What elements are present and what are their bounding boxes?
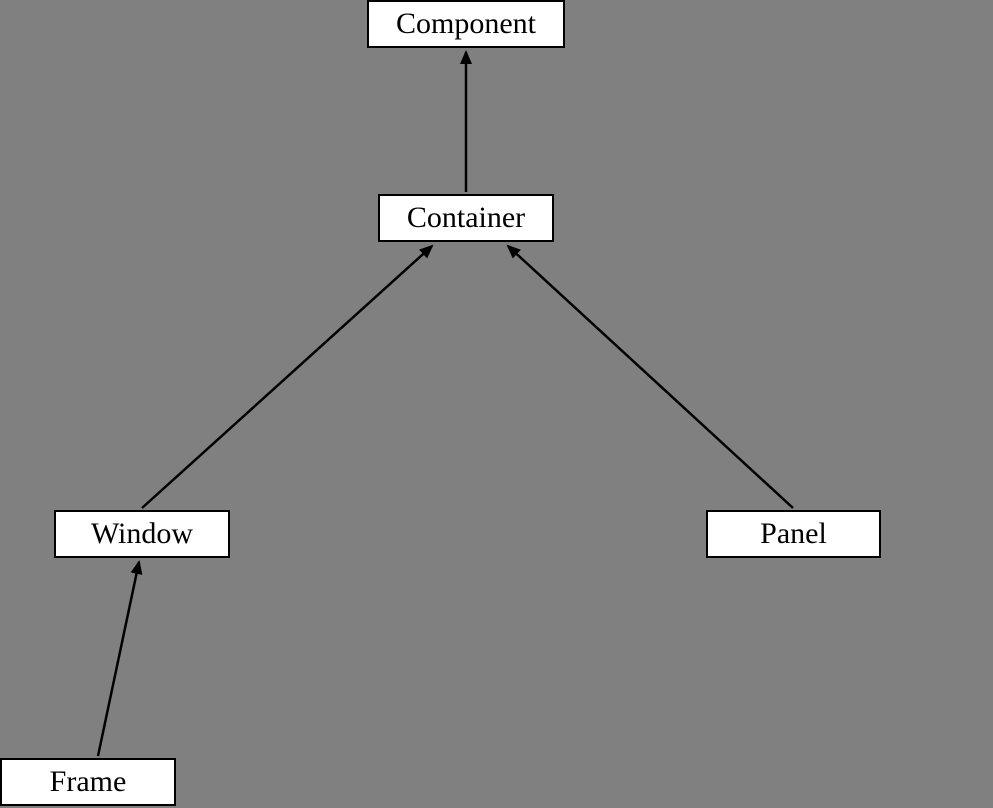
diagram-arrows (0, 0, 993, 808)
edge-window-to-container (142, 246, 432, 508)
edge-panel-to-container (508, 246, 793, 508)
node-frame: Frame (0, 758, 176, 806)
node-component: Component (367, 0, 565, 48)
node-frame-label: Frame (50, 765, 127, 799)
node-window-label: Window (91, 517, 193, 551)
node-window: Window (54, 510, 230, 558)
node-component-label: Component (396, 7, 536, 41)
edge-frame-to-window (98, 562, 139, 756)
node-container: Container (378, 194, 554, 242)
node-panel: Panel (706, 510, 881, 558)
node-container-label: Container (407, 201, 525, 235)
node-panel-label: Panel (760, 517, 827, 551)
